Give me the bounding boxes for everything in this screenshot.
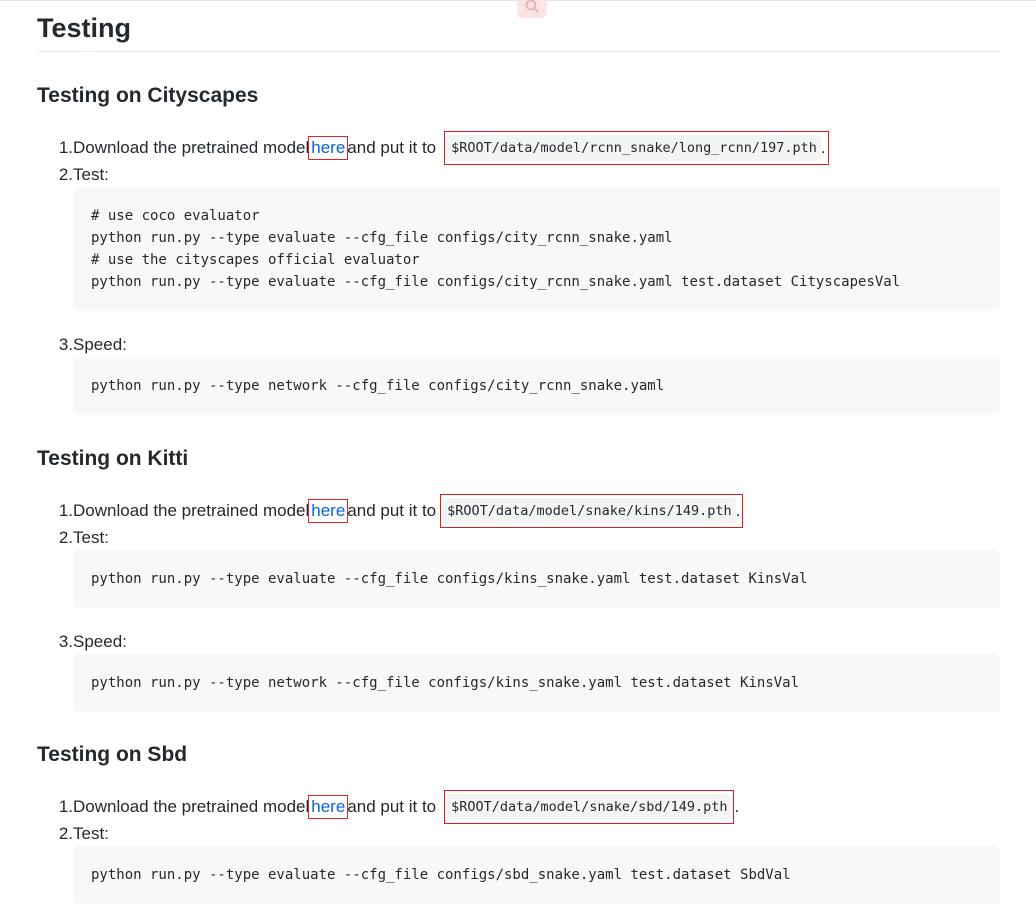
step-text: and put it to [347,797,437,816]
step-text: and put it to [347,138,437,157]
page-title: Testing [37,13,131,43]
period: . [735,501,741,520]
step-text: Speed: [73,632,127,651]
step-text: Test: [73,824,109,843]
code-line: python run.py --type network --cfg_file … [91,378,665,394]
list-item: 1. Download the pretrained model here an… [37,494,744,528]
code-block: python run.py --type network --cfg_file … [73,357,1000,415]
code-block: # use coco evaluator python run.py --typ… [73,187,1000,311]
code-line: python run.py --type evaluate --cfg_file… [91,571,808,587]
step-text: Test: [73,528,109,547]
section-heading-sbd: Testing on Sbd [37,743,188,766]
list-number: 1. [58,501,73,520]
title-divider [37,51,1000,52]
step-text: Download the pretrained model [73,138,310,157]
model-path: $ROOT/data/model/rcnn_snake/long_rcnn/19… [447,135,821,161]
step-text: Test: [73,165,109,184]
list-item: 1. Download the pretrained model here an… [37,131,829,165]
list-number: 1. [58,797,73,816]
list-number: 3. [58,335,73,354]
list-item: 2. Test: [37,527,109,549]
model-path: $ROOT/data/model/snake/sbd/149.pth [447,794,732,820]
list-item: 3. Speed: [37,631,127,653]
list-item: 2. Test: [37,164,109,186]
path-highlight: $ROOT/data/model/snake/kins/149.pth . [440,494,744,528]
step-text: and put it to [347,501,437,520]
list-number: 2. [58,165,73,184]
section-heading-kitti: Testing on Kitti [37,447,189,470]
list-number: 2. [58,824,73,843]
list-item: 3. Speed: [37,334,127,356]
download-link[interactable]: here [308,136,349,160]
list-number: 1. [58,138,73,157]
list-number: 3. [58,632,73,651]
download-link[interactable]: here [308,795,349,819]
code-line: python run.py --type evaluate --cfg_file… [91,230,673,246]
code-block: python run.py --type evaluate --cfg_file… [73,550,1000,608]
code-line: python run.py --type network --cfg_file … [91,675,800,691]
step-text: Speed: [73,335,127,354]
code-line: # use the cityscapes official evaluator [91,252,420,268]
code-line: python run.py --type evaluate --cfg_file… [91,274,901,290]
code-line: # use coco evaluator [91,208,260,224]
step-text: Download the pretrained model [73,501,310,520]
code-line: python run.py --type evaluate --cfg_file… [91,867,791,883]
path-highlight: $ROOT/data/model/rcnn_snake/long_rcnn/19… [444,131,829,165]
model-path: $ROOT/data/model/snake/kins/149.pth [443,498,736,524]
list-item: 1. Download the pretrained model here an… [37,790,739,824]
list-number: 2. [58,528,73,547]
list-item: 2. Test: [37,823,109,845]
search-icon [525,0,539,18]
code-block: python run.py --type evaluate --cfg_file… [73,846,1000,904]
period: . [734,797,740,816]
step-text: Download the pretrained model [73,797,310,816]
section-heading-cityscapes: Testing on Cityscapes [37,84,259,107]
download-link[interactable]: here [308,499,349,523]
period: . [820,138,826,157]
code-block: python run.py --type network --cfg_file … [73,654,1000,712]
path-highlight: $ROOT/data/model/snake/sbd/149.pth [444,790,735,824]
floating-search-button[interactable] [517,0,547,18]
